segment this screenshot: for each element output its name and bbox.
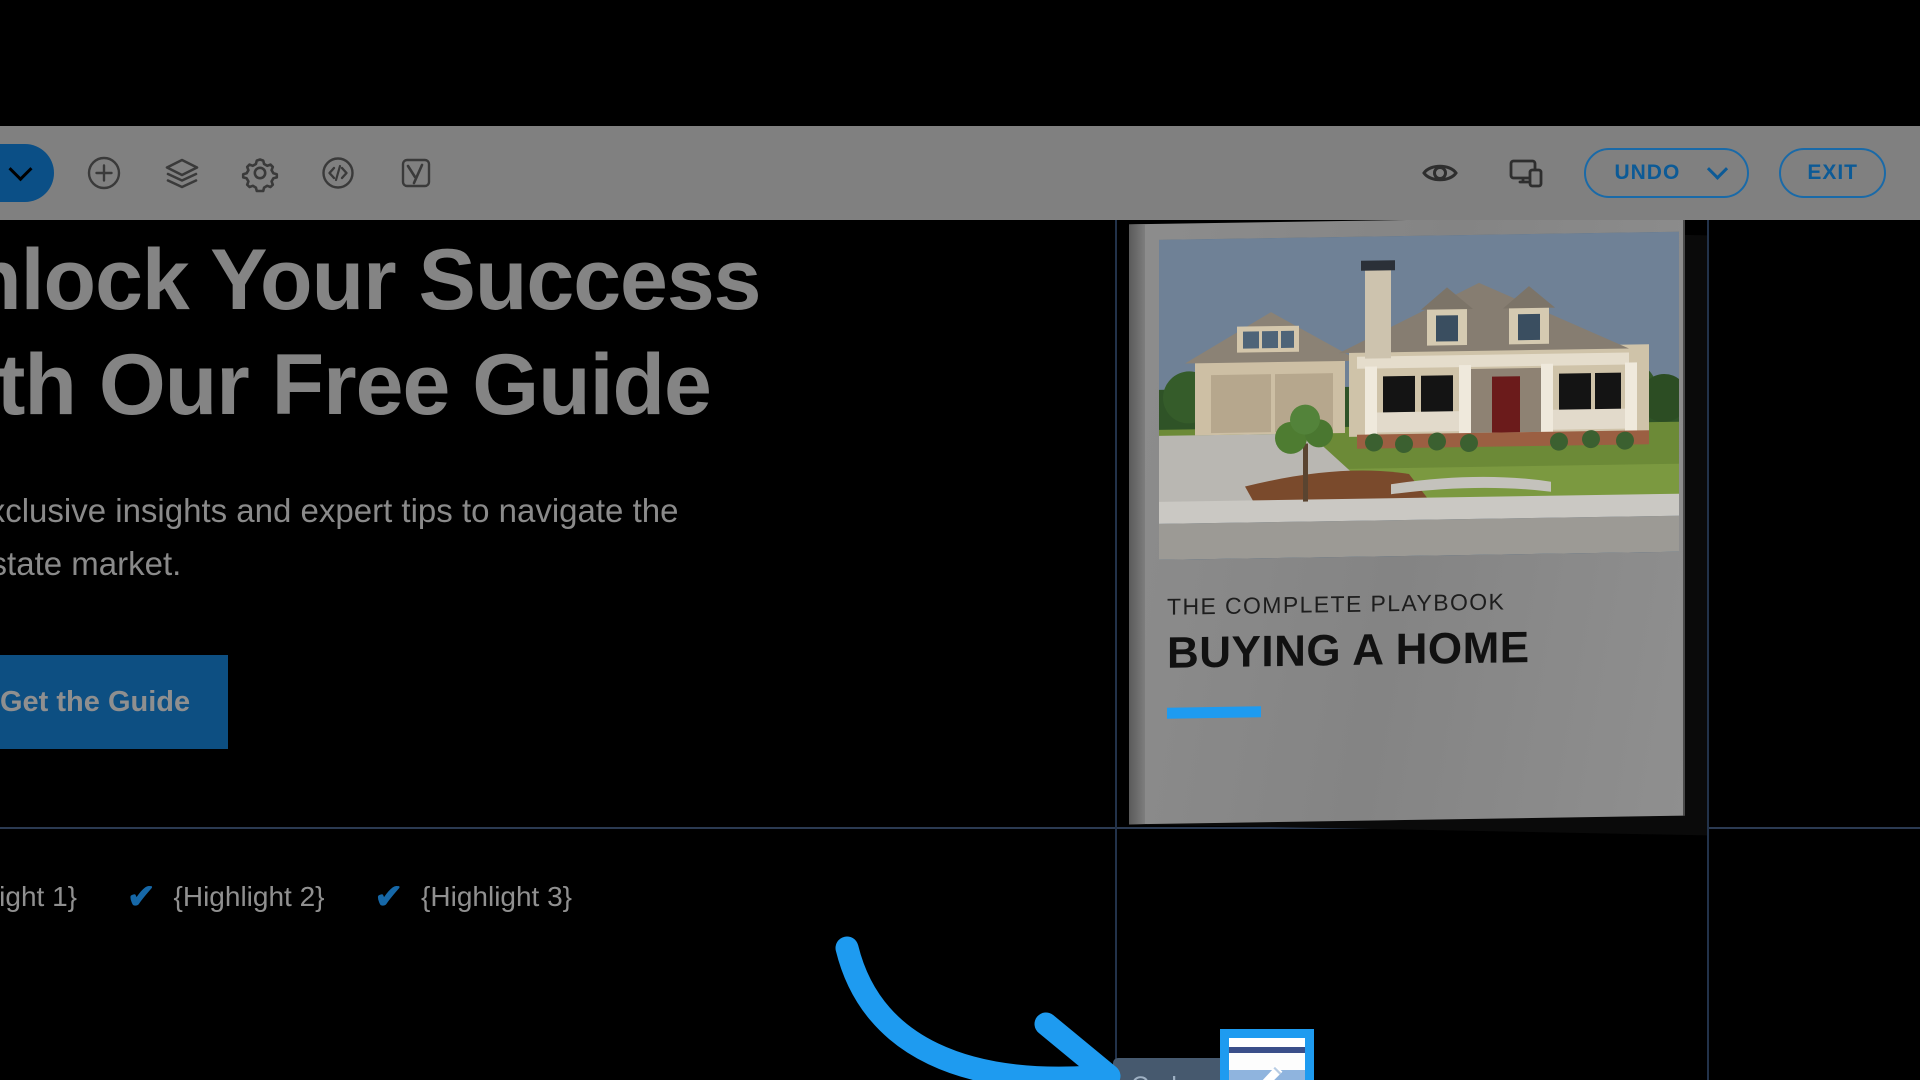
hero-heading-line-1: Unlock Your Success — [0, 232, 762, 328]
get-the-guide-button[interactable]: Get the Guide — [0, 655, 228, 749]
hero-text-block[interactable]: Unlock Your Success with Our Free Guide … — [0, 228, 928, 589]
undo-label: UNDO — [1614, 161, 1681, 184]
responsive-view-icon[interactable] — [1498, 145, 1554, 201]
undo-button[interactable]: UNDO — [1584, 148, 1750, 198]
exit-button[interactable]: EXIT — [1779, 148, 1886, 198]
book-spine — [1129, 224, 1145, 825]
hero-subtext-line-1: Get exclusive insights and expert tips t… — [0, 491, 679, 529]
book-kicker: THE COMPLETE PLAYBOOK — [1167, 588, 1506, 620]
book-accent-bar — [1167, 706, 1261, 719]
gear-icon[interactable] — [232, 145, 288, 201]
highlight-label-2: {Highlight 2} — [173, 881, 325, 912]
page-canvas: Unlock Your Success with Our Free Guide … — [0, 220, 1920, 1080]
highlight-item-1[interactable]: {Highlight 1} — [0, 881, 77, 913]
hero-heading-line-2: with Our Free Guide — [0, 336, 712, 433]
column-guide-left — [1115, 220, 1117, 1080]
main-menu-button[interactable] — [0, 144, 54, 202]
book-title: BUYING A HOME — [1167, 623, 1530, 678]
block-type-label: Code — [1131, 1072, 1191, 1080]
cta-label: Get the Guide — [0, 685, 191, 718]
highlight-label-1: {Highlight 1} — [0, 881, 78, 912]
layers-icon[interactable] — [154, 145, 210, 201]
top-letterbox — [0, 0, 1920, 126]
yoast-icon[interactable] — [388, 145, 444, 201]
eye-icon[interactable] — [1412, 145, 1468, 201]
hero-subtext-line-2: real estate market. — [0, 545, 182, 583]
screen-root: UNDO EXIT Unlock Your Success with Our F… — [0, 0, 1920, 1080]
check-icon: ✔ — [374, 878, 404, 916]
book-cover: THE COMPLETE PLAYBOOK BUYING A HOME — [1129, 220, 1685, 825]
highlight-item-2[interactable]: ✔ {Highlight 2} — [127, 880, 325, 914]
book-title-block: THE COMPLETE PLAYBOOK BUYING A HOME — [1167, 586, 1665, 679]
pencil-icon[interactable] — [1246, 1058, 1290, 1080]
highlight-label-3: {Highlight 3} — [421, 881, 573, 912]
add-element-icon[interactable] — [76, 145, 132, 201]
curved-arrow-annotation — [835, 936, 1121, 1080]
chevron-down-icon[interactable] — [1707, 158, 1729, 180]
chevron-down-icon — [7, 156, 33, 181]
toolbar-right-group: UNDO EXIT — [1382, 126, 1920, 220]
column-guide-right — [1707, 220, 1709, 1080]
suburban-house-photo — [1159, 231, 1679, 560]
book-mockup[interactable]: THE COMPLETE PLAYBOOK BUYING A HOME — [1129, 220, 1707, 836]
exit-label: EXIT — [1807, 161, 1858, 184]
code-icon[interactable] — [310, 145, 366, 201]
check-icon: ✔ — [127, 878, 156, 916]
highlight-item-3[interactable]: ✔ {Highlight 3} — [375, 880, 573, 914]
toolbar-left-group — [0, 126, 444, 220]
highlights-row: {Highlight 1} ✔ {Highlight 2} ✔ {Highlig… — [0, 880, 622, 914]
builder-toolbar: UNDO EXIT — [0, 126, 1920, 220]
